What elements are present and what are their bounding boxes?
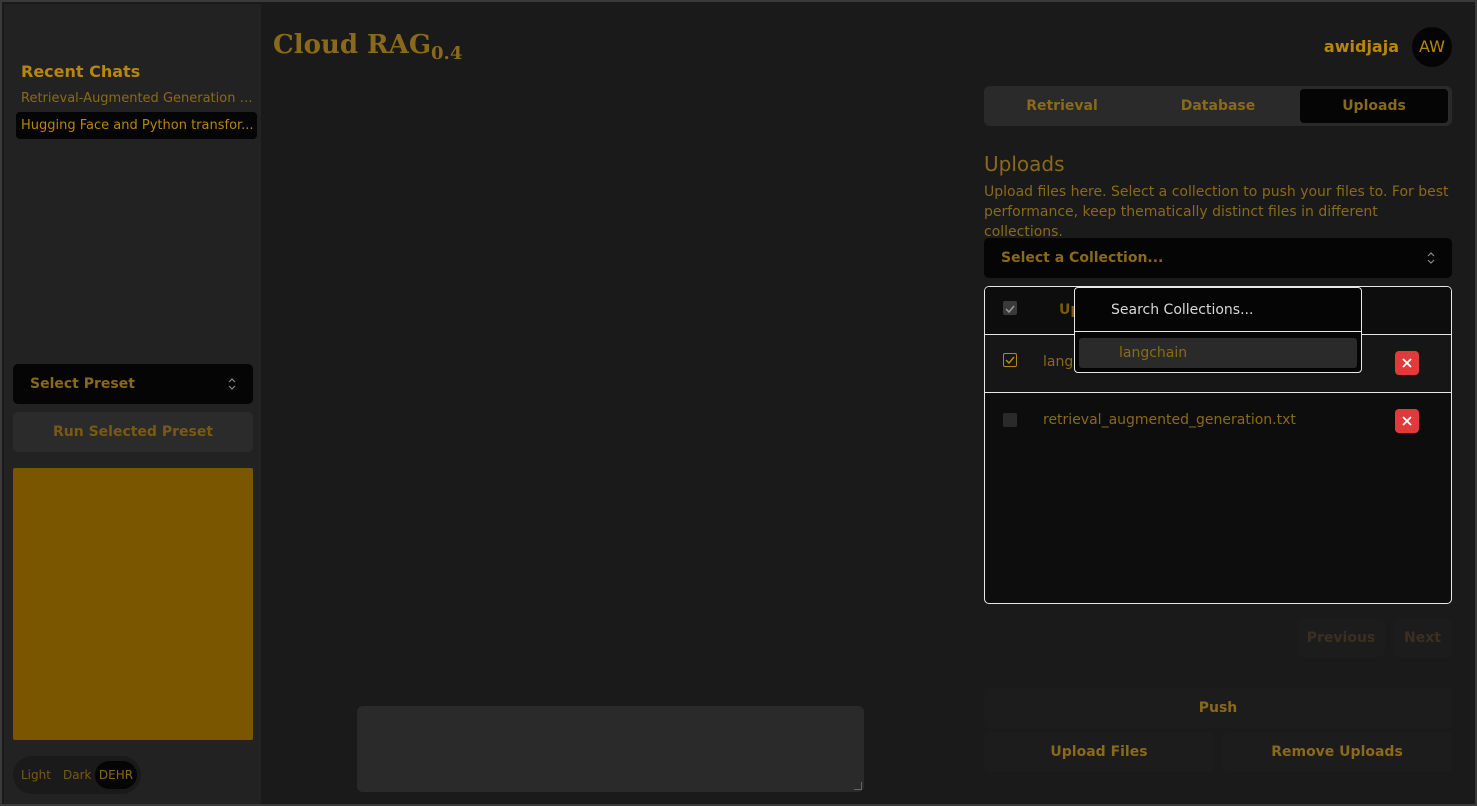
run-preset-button[interactable]: Run Selected Preset xyxy=(13,412,253,452)
check-icon xyxy=(1005,305,1015,314)
upload-files-button[interactable]: Upload Files xyxy=(984,732,1214,772)
delete-file-button[interactable] xyxy=(1395,409,1419,433)
collection-select-label: Select a Collection... xyxy=(1001,250,1164,266)
user-name: awidjaja xyxy=(1323,37,1399,56)
recent-chats-title: Recent Chats xyxy=(21,62,141,81)
tab-retrieval[interactable]: Retrieval xyxy=(988,89,1136,123)
push-button[interactable]: Push xyxy=(984,688,1452,728)
theme-switch: Light Dark DEHR xyxy=(13,756,141,794)
collection-dropdown: Search Collections... langchain xyxy=(1074,287,1362,373)
preset-select-label: Select Preset xyxy=(30,376,135,392)
chevron-updown-icon xyxy=(1427,252,1435,264)
theme-light-option[interactable]: Light xyxy=(21,761,51,789)
next-page-button[interactable]: Next xyxy=(1393,619,1452,657)
close-icon xyxy=(1402,416,1412,426)
close-icon xyxy=(1402,358,1412,368)
remove-uploads-button[interactable]: Remove Uploads xyxy=(1222,732,1452,772)
chat-item-hugging-face[interactable]: Hugging Face and Python transfor... xyxy=(16,112,257,139)
app-title-text: Cloud RAG xyxy=(273,30,432,60)
preset-panel xyxy=(13,468,253,740)
previous-page-button[interactable]: Previous xyxy=(1297,619,1385,657)
app-title: Cloud RAG0.4 xyxy=(273,30,462,64)
file-name: lang xyxy=(1043,354,1074,370)
table-row: retrieval_augmented_generation.txt xyxy=(985,393,1451,451)
delete-file-button[interactable] xyxy=(1395,351,1419,375)
avatar[interactable]: AW xyxy=(1412,27,1452,67)
preset-select[interactable]: Select Preset xyxy=(13,364,253,404)
file-name: retrieval_augmented_generation.txt xyxy=(1043,412,1296,428)
chat-item-rag[interactable]: Retrieval-Augmented Generation a... xyxy=(16,85,257,112)
theme-dehr-option[interactable]: DEHR xyxy=(95,761,137,789)
collection-search-input[interactable]: Search Collections... xyxy=(1075,288,1361,332)
tab-database[interactable]: Database xyxy=(1144,89,1292,123)
check-icon xyxy=(1005,356,1015,365)
select-all-checkbox[interactable] xyxy=(1003,301,1017,315)
tab-uploads[interactable]: Uploads xyxy=(1300,89,1448,123)
resize-grip-icon[interactable] xyxy=(854,782,862,790)
app-version: 0.4 xyxy=(431,43,463,64)
row-checkbox[interactable] xyxy=(1003,353,1017,367)
panel-tabs: Retrieval Database Uploads xyxy=(984,86,1452,126)
collection-select[interactable]: Select a Collection... xyxy=(984,238,1452,278)
chat-input[interactable] xyxy=(357,706,864,792)
theme-dark-option[interactable]: Dark xyxy=(63,761,91,789)
app-window: Recent Chats Retrieval-Augmented Generat… xyxy=(0,0,1477,806)
collection-option-langchain[interactable]: langchain xyxy=(1079,338,1357,368)
chevron-updown-icon xyxy=(228,378,236,390)
uploads-description: Upload files here. Select a collection t… xyxy=(984,184,1449,240)
uploads-heading: Uploads xyxy=(984,152,1065,176)
row-checkbox[interactable] xyxy=(1003,413,1017,427)
sidebar: Recent Chats Retrieval-Augmented Generat… xyxy=(4,4,261,804)
